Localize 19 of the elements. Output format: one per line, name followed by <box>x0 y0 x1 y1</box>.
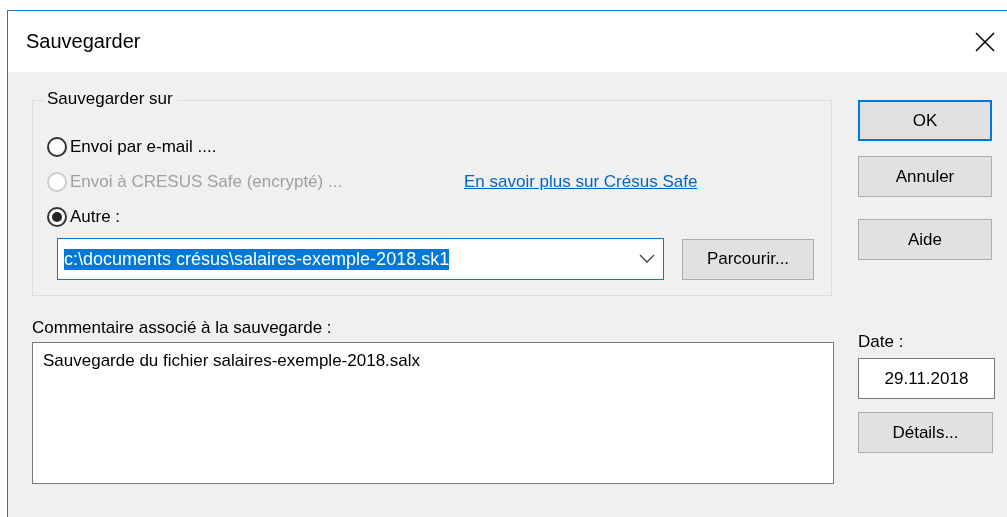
radio-label[interactable]: Autre : <box>70 206 121 227</box>
dialog-button[interactable]: Aide <box>858 219 992 260</box>
group-legend: Sauvegarder sur <box>43 89 177 109</box>
date-label: Date : <box>858 332 905 352</box>
dialog-button[interactable]: Annuler <box>858 156 992 197</box>
details-button[interactable]: Détails... <box>858 412 993 453</box>
window-title: Sauvegarder <box>26 30 141 53</box>
dialog-button[interactable]: OK <box>858 100 992 141</box>
radio-button[interactable] <box>47 206 67 227</box>
radio-button[interactable] <box>47 136 67 157</box>
comment-field[interactable]: Sauvegarde du fichier salaires-exemple-2018.salx <box>32 342 834 484</box>
info-link[interactable]: En savoir plus sur Crésus Safe <box>464 171 831 192</box>
browse-button[interactable]: Parcourir... <box>682 238 814 280</box>
close-icon[interactable] <box>975 31 995 52</box>
chevron-down-icon[interactable] <box>639 254 655 264</box>
path-combo-field[interactable]: c:\documents crésus\salaires-exemple-2018.sk1 <box>57 238 664 280</box>
radio-label[interactable]: Envoi par e-mail .... <box>70 136 217 157</box>
date-field[interactable]: 29.11.2018 <box>858 358 995 399</box>
comment-label: Commentaire associé à la sauvegarde : <box>32 318 333 338</box>
